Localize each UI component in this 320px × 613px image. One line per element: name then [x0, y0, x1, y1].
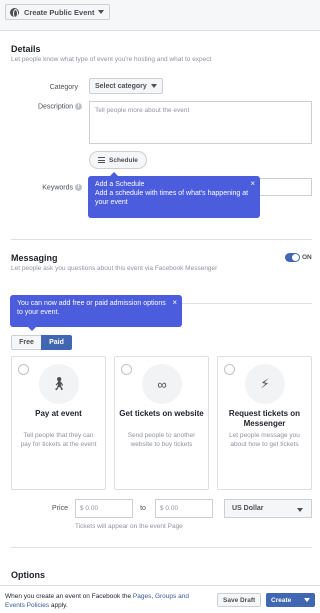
close-icon[interactable]: ×: [250, 179, 255, 188]
option-radio[interactable]: [121, 364, 132, 375]
link-icon: ∞: [142, 364, 182, 404]
option-radio[interactable]: [224, 364, 235, 375]
event-type-label: Create Public Event: [24, 7, 95, 17]
schedule-button-label: Schedule: [109, 156, 138, 164]
price-to-label: to: [140, 505, 146, 512]
policy-suffix: apply.: [49, 602, 68, 609]
messaging-toggle-label: ON: [302, 254, 312, 261]
price-hint: Tickets will appear on the event Page: [75, 523, 183, 530]
description-label-wrap: Description i: [10, 103, 82, 110]
details-subtitle: Let people know what type of event you'r…: [11, 56, 212, 63]
schedule-tooltip-body: Add a schedule with times of what's happ…: [95, 190, 249, 206]
description-textarea[interactable]: Tell people more about the event: [89, 101, 312, 144]
currency-label: US Dollar: [232, 505, 264, 512]
category-select-label: Select category: [95, 82, 147, 90]
info-icon[interactable]: i: [75, 184, 82, 191]
free-tab[interactable]: Free: [11, 335, 42, 350]
list-icon: [98, 157, 105, 163]
paid-tab[interactable]: Paid: [41, 335, 72, 350]
section-divider: [11, 239, 312, 240]
option-title: Pay at event: [35, 409, 82, 418]
price-to-input[interactable]: $ 0.00: [155, 499, 213, 518]
chevron-down-icon: [150, 84, 157, 88]
footer-bar: When you create an event on Facebook the…: [0, 585, 320, 613]
section-divider: [11, 547, 312, 548]
policy-prefix: When you create an event on Facebook the: [5, 593, 133, 600]
save-draft-button[interactable]: Save Draft: [217, 593, 262, 607]
description-label: Description: [37, 103, 73, 111]
globe-icon: [10, 7, 19, 18]
ticket-option-card[interactable]: ⚡︎ Request tickets on Messenger Let peop…: [217, 356, 312, 490]
price-label: Price: [52, 505, 68, 512]
currency-select[interactable]: US Dollar: [224, 499, 312, 518]
messenger-icon: ⚡︎: [245, 364, 285, 404]
messaging-subtitle: Let people ask you questions about this …: [11, 265, 218, 272]
options-title: Options: [11, 570, 45, 580]
messaging-title: Messaging: [11, 253, 58, 263]
option-title: Get tickets on website: [119, 409, 204, 418]
ticket-option-card[interactable]: 🚶︎ Pay at event Tell people that they ca…: [11, 356, 106, 490]
price-from-input[interactable]: $ 0.00: [75, 499, 133, 518]
category-label: Category: [49, 84, 78, 91]
details-title: Details: [11, 44, 41, 54]
close-icon[interactable]: ×: [172, 298, 177, 307]
option-title: Request tickets on Messenger: [228, 409, 301, 428]
option-description: Let people message you about how to get …: [229, 432, 300, 448]
messaging-toggle[interactable]: [285, 253, 300, 262]
keywords-label: Keywords: [42, 184, 73, 192]
policy-notice: When you create an event on Facebook the…: [5, 592, 210, 610]
top-bar: Create Public Event: [0, 0, 320, 24]
event-type-dropdown[interactable]: Create Public Event: [5, 4, 111, 20]
description-placeholder: Tell people more about the event: [95, 107, 190, 114]
option-radio[interactable]: [18, 364, 29, 375]
create-button-label: Create: [271, 596, 292, 604]
ticket-option-card[interactable]: ∞ Get tickets on website Send people to …: [114, 356, 209, 490]
option-description: Send people to another website to buy ti…: [127, 432, 196, 448]
option-description: Tell people that they can pay for ticket…: [20, 432, 97, 448]
chevron-down-icon: [98, 10, 105, 14]
person-walking-icon: 🚶︎: [39, 364, 79, 404]
chevron-down-icon: [297, 508, 303, 512]
category-select[interactable]: Select category: [89, 78, 163, 94]
keywords-label-wrap: Keywords i: [10, 184, 82, 191]
schedule-tooltip-title: Add a Schedule: [95, 181, 145, 188]
schedule-tooltip: Add a Schedule Add a schedule with times…: [88, 172, 260, 218]
info-icon[interactable]: i: [75, 103, 82, 110]
schedule-button[interactable]: Schedule: [89, 151, 147, 169]
chevron-down-icon: [304, 598, 310, 602]
tickets-tooltip-body: You can now add free or paid admission o…: [17, 300, 166, 316]
tickets-tooltip: You can now add free or paid admission o…: [10, 295, 182, 331]
create-button[interactable]: Create: [266, 593, 315, 607]
